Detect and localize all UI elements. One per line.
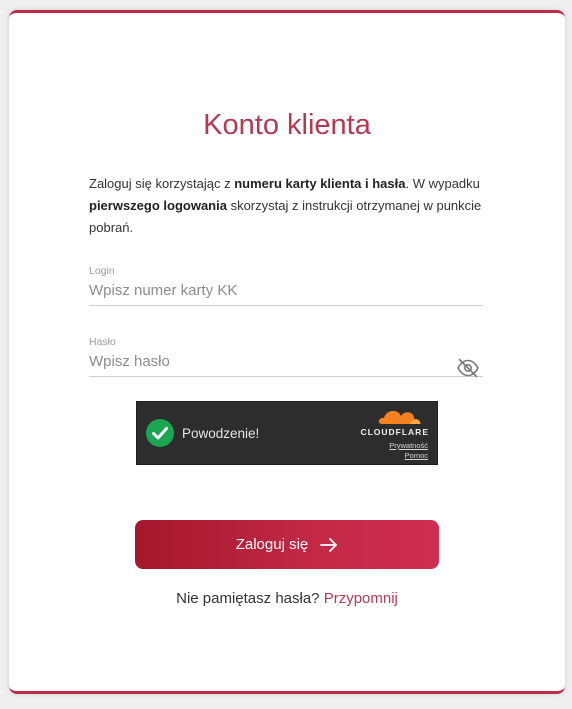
help-link[interactable]: Pomoc bbox=[405, 451, 428, 460]
login-button[interactable]: Zaloguj się bbox=[135, 520, 439, 569]
login-input[interactable] bbox=[89, 282, 483, 306]
login-field: Login bbox=[89, 265, 483, 306]
password-field: Hasło bbox=[89, 336, 483, 378]
page-title: Konto klienta bbox=[203, 109, 371, 141]
login-label: Login bbox=[89, 265, 115, 277]
success-check-icon bbox=[146, 419, 174, 447]
intro-text-bold: pierwszego logowania bbox=[89, 198, 227, 213]
intro-text-bold: numeru karty klienta i hasła bbox=[234, 176, 406, 191]
password-input[interactable] bbox=[89, 353, 483, 377]
password-label: Hasło bbox=[89, 336, 116, 348]
remind-password-link[interactable]: Przypomnij bbox=[324, 590, 398, 607]
cloudflare-captcha[interactable]: Powodzenie! CLOUDFLARE Prywatność Pomoc bbox=[136, 401, 438, 465]
intro-text-part: . W wypadku bbox=[405, 176, 480, 191]
arrow-right-icon bbox=[320, 537, 338, 552]
password-reminder: Nie pamiętasz hasła? Przypomnij bbox=[9, 590, 565, 607]
privacy-link[interactable]: Prywatność bbox=[389, 441, 428, 450]
captcha-status: Powodzenie! bbox=[182, 426, 260, 441]
cloudflare-logo-icon bbox=[376, 407, 424, 425]
intro-text-part: Zaloguj się korzystając z bbox=[89, 176, 235, 191]
cloudflare-brand: CLOUDFLARE bbox=[360, 427, 429, 437]
login-card: Konto klienta Zaloguj się korzystając z … bbox=[9, 10, 565, 694]
login-button-label: Zaloguj się bbox=[235, 536, 309, 553]
reminder-text: Nie pamiętasz hasła? bbox=[176, 590, 324, 607]
intro-text: Zaloguj się korzystając z numeru karty k… bbox=[89, 173, 489, 239]
eye-off-icon[interactable] bbox=[456, 358, 480, 378]
